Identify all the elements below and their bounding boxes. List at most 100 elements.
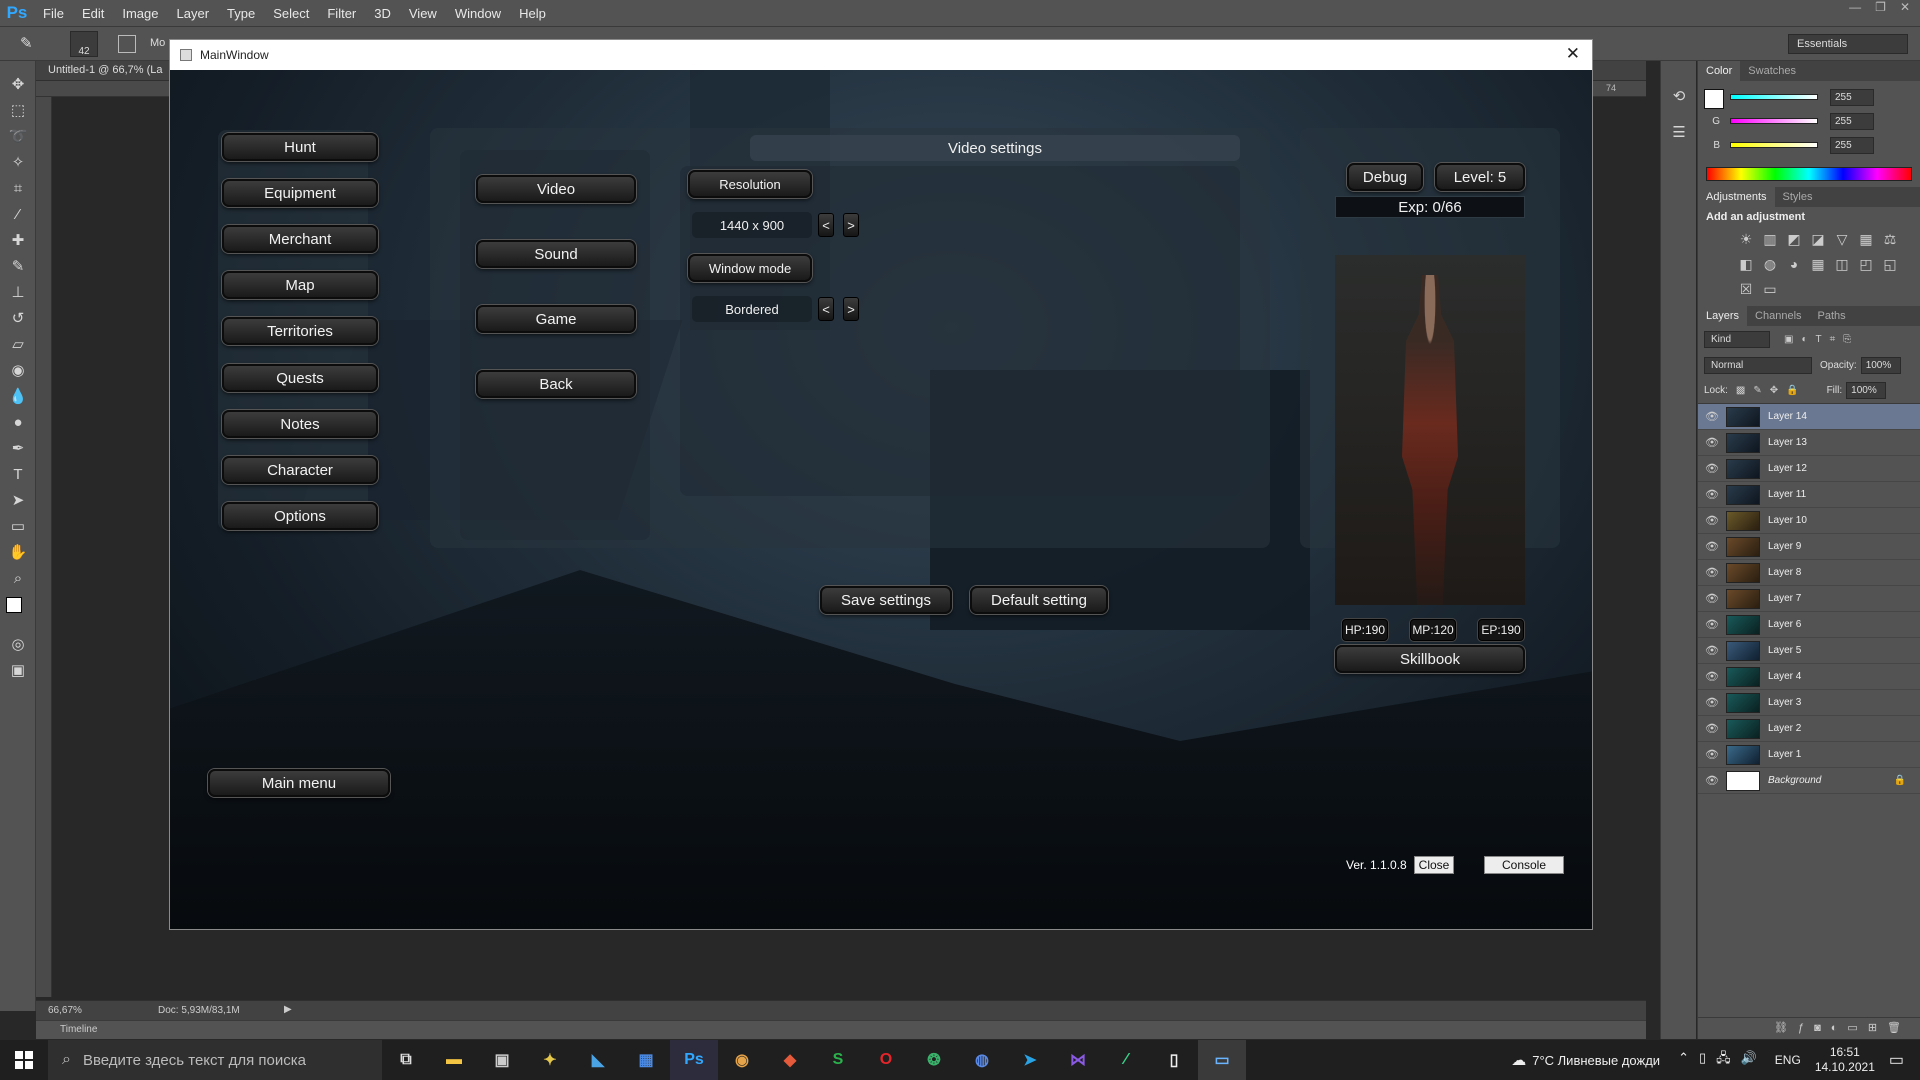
save-settings-button[interactable]: Save settings [820, 586, 952, 614]
rectangle-tool-icon[interactable]: ▭ [0, 513, 36, 539]
app-icon[interactable]: ◆ [766, 1040, 814, 1080]
healing-brush-tool-icon[interactable]: ✚ [0, 227, 36, 253]
color-spectrum[interactable] [1706, 167, 1912, 181]
quick-mask-icon[interactable]: ◎ [0, 631, 36, 657]
crop-tool-icon[interactable]: ⌗ [0, 175, 36, 201]
language-indicator[interactable]: ENG [1775, 1053, 1801, 1067]
visibility-eye-icon[interactable]: 👁 [1698, 722, 1726, 735]
status-arrow-icon[interactable]: ▶ [284, 1004, 292, 1015]
eyedropper-tool-icon[interactable]: ⁄ [0, 201, 36, 227]
path-selection-tool-icon[interactable]: ➤ [0, 487, 36, 513]
tab-styles[interactable]: Styles [1775, 187, 1821, 207]
move-tool-icon[interactable]: ✥ [0, 71, 36, 97]
app-icon[interactable]: ◍ [958, 1040, 1006, 1080]
opacity-value[interactable]: 100% [1860, 356, 1901, 374]
threshold-icon[interactable]: ◱ [1882, 256, 1898, 273]
start-button[interactable] [0, 1040, 48, 1080]
visibility-eye-icon[interactable]: 👁 [1698, 410, 1726, 423]
telegram-icon[interactable]: ➤ [1006, 1040, 1054, 1080]
hue-saturation-icon[interactable]: ▦ [1858, 231, 1874, 248]
menu-help[interactable]: Help [510, 0, 555, 27]
menu-file[interactable]: File [34, 0, 73, 27]
visibility-eye-icon[interactable]: 👁 [1698, 774, 1726, 787]
layer-row[interactable]: 👁 Layer 5 [1698, 638, 1920, 664]
weather-text[interactable]: 7°C Ливневые дожди [1532, 1053, 1660, 1068]
opera-icon[interactable]: O [862, 1040, 910, 1080]
app-icon[interactable]: ◣ [574, 1040, 622, 1080]
photo-filter-icon[interactable]: ◍ [1762, 256, 1778, 273]
resolution-next-button[interactable]: > [843, 213, 859, 237]
menu-3d[interactable]: 3D [365, 0, 400, 27]
visibility-eye-icon[interactable]: 👁 [1698, 540, 1726, 553]
notepad-icon[interactable]: ▯ [1150, 1040, 1198, 1080]
visibility-eye-icon[interactable]: 👁 [1698, 670, 1726, 683]
tab-color[interactable]: Color [1698, 61, 1741, 81]
zoom-level[interactable]: 66,67% [48, 1005, 82, 1016]
menu-type[interactable]: Type [218, 0, 264, 27]
blend-mode-select[interactable]: Normal [1704, 356, 1812, 374]
red-slider[interactable] [1730, 94, 1818, 100]
selective-color-icon[interactable]: ▭ [1762, 281, 1778, 298]
skillbook-button[interactable]: Skillbook [1335, 645, 1525, 673]
new-layer-icon[interactable]: ⊞ [1868, 1022, 1887, 1034]
fill-value[interactable]: 100% [1846, 382, 1887, 399]
blur-tool-icon[interactable]: 💧 [0, 383, 36, 409]
visibility-eye-icon[interactable]: 👁 [1698, 488, 1726, 501]
menu-select[interactable]: Select [264, 0, 318, 27]
visibility-eye-icon[interactable]: 👁 [1698, 436, 1726, 449]
visibility-eye-icon[interactable]: 👁 [1698, 748, 1726, 761]
paint-bucket-tool-icon[interactable]: ◉ [0, 357, 36, 383]
layer-row[interactable]: 👁 Layer 9 [1698, 534, 1920, 560]
tab-adjustments[interactable]: Adjustments [1698, 187, 1775, 207]
window-close-button[interactable]: ✕ [1566, 44, 1580, 64]
group-icon[interactable]: ▭ [1847, 1022, 1867, 1034]
brightness-icon[interactable]: ☀ [1738, 231, 1754, 248]
properties-panel-icon[interactable]: ☰ [1661, 119, 1697, 145]
layer-row[interactable]: 👁 Layer 2 [1698, 716, 1920, 742]
app-icon[interactable]: ▣ [478, 1040, 526, 1080]
tab-sound[interactable]: Sound [476, 240, 636, 268]
green-value[interactable]: 255 [1830, 112, 1874, 130]
posterize-icon[interactable]: ◰ [1858, 256, 1874, 273]
chrome-icon[interactable]: ◉ [718, 1040, 766, 1080]
default-setting-button[interactable]: Default setting [970, 586, 1108, 614]
timeline-panel-tab[interactable]: Timeline [36, 1020, 1646, 1039]
merchant-button[interactable]: Merchant [222, 225, 378, 253]
tab-video[interactable]: Video [476, 175, 636, 203]
lasso-tool-icon[interactable]: ➰ [0, 123, 36, 149]
task-view-icon[interactable]: ⧉ [382, 1040, 430, 1080]
trash-icon[interactable]: 🗑 [1887, 1022, 1911, 1034]
layer-row[interactable]: 👁 Layer 1 [1698, 742, 1920, 768]
layer-row[interactable]: 👁 Layer 3 [1698, 690, 1920, 716]
menu-view[interactable]: View [400, 0, 446, 27]
layer-row[interactable]: 👁 Layer 10 [1698, 508, 1920, 534]
tab-game[interactable]: Game [476, 305, 636, 333]
app-icon[interactable]: ✦ [526, 1040, 574, 1080]
filter-kind-select[interactable]: Kind [1704, 330, 1770, 348]
layer-row[interactable]: 👁 Layer 12 [1698, 456, 1920, 482]
levels-icon[interactable]: ▥ [1762, 231, 1778, 248]
link-layers-icon[interactable]: ⛓ [1774, 1022, 1798, 1034]
visibility-eye-icon[interactable]: 👁 [1698, 462, 1726, 475]
clock[interactable]: 16:51 14.10.2021 [1815, 1045, 1875, 1075]
layer-row[interactable]: 👁 Layer 14 [1698, 404, 1920, 430]
menu-image[interactable]: Image [113, 0, 167, 27]
dodge-tool-icon[interactable]: ● [0, 409, 36, 435]
filter-icons[interactable]: ▣◐T⌗⎘ [1784, 334, 1859, 345]
vibrance-icon[interactable]: ▽ [1834, 231, 1850, 248]
file-explorer-icon[interactable]: ▬ [430, 1040, 478, 1080]
brush-panel-icon[interactable] [118, 35, 136, 53]
gradient-map-icon[interactable]: ☒ [1738, 281, 1754, 298]
blue-value[interactable]: 255 [1830, 136, 1874, 154]
zoom-tool-icon[interactable]: ⌕ [0, 565, 36, 591]
app-icon[interactable]: ⁄ [1102, 1040, 1150, 1080]
red-value[interactable]: 255 [1830, 88, 1874, 106]
menu-filter[interactable]: Filter [318, 0, 365, 27]
eraser-tool-preset-icon[interactable]: ✎ [20, 34, 33, 52]
taskbar-search[interactable]: ⌕ Введите здесь текст для поиска [48, 1040, 382, 1080]
type-tool-icon[interactable]: T [0, 461, 36, 487]
color-swatches[interactable] [0, 591, 35, 631]
debug-button[interactable]: Debug [1347, 163, 1423, 191]
hand-tool-icon[interactable]: ✋ [0, 539, 36, 565]
layer-row[interactable]: 👁 Layer 4 [1698, 664, 1920, 690]
